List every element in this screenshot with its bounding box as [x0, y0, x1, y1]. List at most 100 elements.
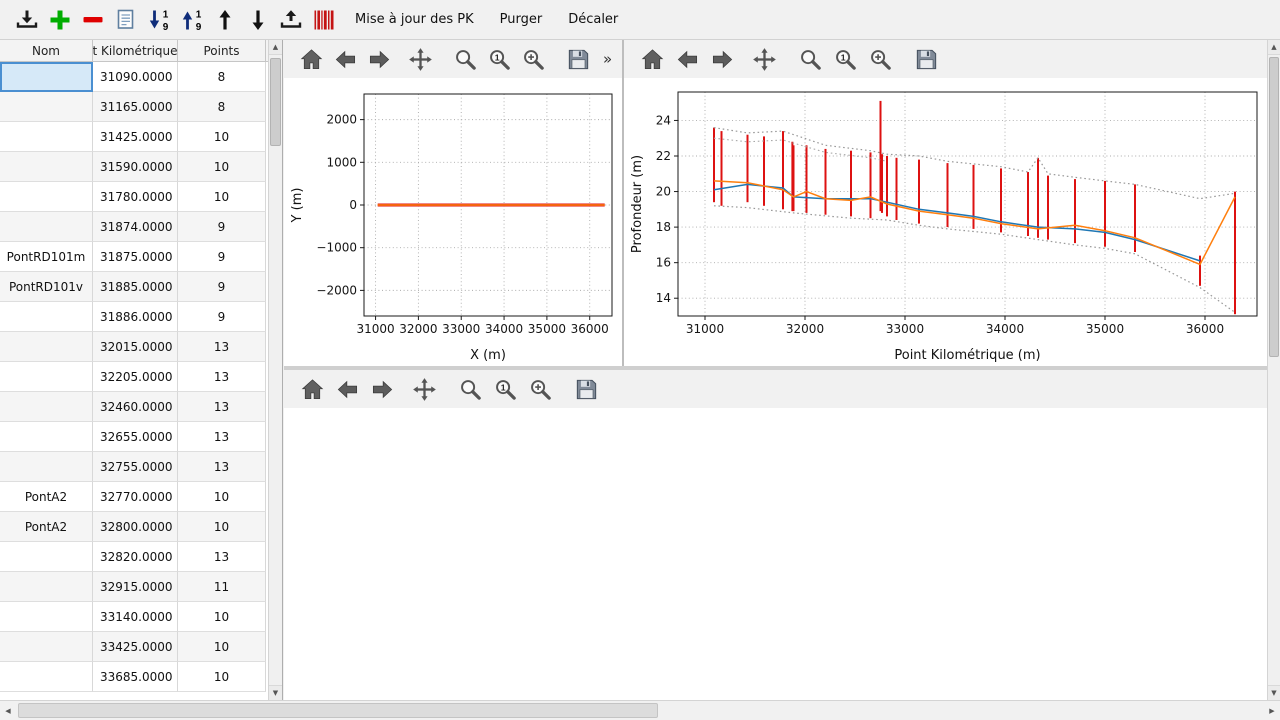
cell-nom[interactable]: PontA2 [0, 482, 93, 512]
main-scrollbar-thumb[interactable] [1269, 57, 1279, 357]
zoom-plus-button[interactable] [526, 375, 554, 403]
export-button[interactable] [274, 4, 307, 36]
table-row[interactable]: 33685.000010 [0, 662, 266, 692]
cell-nom[interactable] [0, 152, 93, 182]
main-vertical-scrollbar[interactable]: ▲ ▼ [1267, 40, 1280, 700]
toolbar-overflow-chevron[interactable]: » [599, 50, 616, 68]
cell-points[interactable]: 13 [178, 542, 266, 572]
cell-point-kilometrique[interactable]: 31886.0000 [93, 302, 178, 332]
cell-points[interactable]: 9 [178, 242, 266, 272]
zoom-plus-button[interactable] [520, 45, 547, 73]
cell-point-kilometrique[interactable]: 32755.0000 [93, 452, 178, 482]
cell-point-kilometrique[interactable]: 32655.0000 [93, 422, 178, 452]
scroll-down-arrow-icon[interactable]: ▼ [269, 685, 282, 700]
pan-button[interactable] [750, 45, 778, 73]
plan-chart[interactable]: 310003200033000340003500036000−2000−1000… [284, 78, 622, 366]
table-row[interactable]: 32655.000013 [0, 422, 266, 452]
cell-point-kilometrique[interactable]: 32820.0000 [93, 542, 178, 572]
cell-nom[interactable] [0, 212, 93, 242]
cell-point-kilometrique[interactable]: 32015.0000 [93, 332, 178, 362]
zoom-one-button[interactable]: 1 [831, 45, 859, 73]
cell-points[interactable]: 10 [178, 632, 266, 662]
plan-plot-canvas[interactable]: 310003200033000340003500036000−2000−1000… [284, 78, 622, 366]
scroll-right-arrow-icon[interactable]: ▶ [1264, 701, 1280, 720]
cell-points[interactable]: 9 [178, 212, 266, 242]
table-row[interactable]: 31886.00009 [0, 302, 266, 332]
cell-point-kilometrique[interactable]: 32460.0000 [93, 392, 178, 422]
purge-button[interactable]: Purger [489, 5, 554, 35]
zoom-plus-button[interactable] [866, 45, 894, 73]
scroll-up-arrow-icon[interactable]: ▲ [1268, 40, 1280, 55]
cell-nom[interactable]: PontRD101v [0, 272, 93, 302]
cell-point-kilometrique[interactable]: 31165.0000 [93, 92, 178, 122]
table-row[interactable]: 31780.000010 [0, 182, 266, 212]
cell-points[interactable]: 10 [178, 152, 266, 182]
table-row[interactable]: 32915.000011 [0, 572, 266, 602]
cell-point-kilometrique[interactable]: 31874.0000 [93, 212, 178, 242]
cell-points[interactable]: 13 [178, 452, 266, 482]
sort-descending-button[interactable]: 1 9 [142, 4, 175, 36]
cell-points[interactable]: 10 [178, 512, 266, 542]
column-header-points[interactable]: Points [178, 40, 266, 61]
cell-nom[interactable] [0, 392, 93, 422]
table-row[interactable]: 32460.000013 [0, 392, 266, 422]
cell-points[interactable]: 13 [178, 422, 266, 452]
home-button[interactable] [298, 375, 326, 403]
column-header-point-kilometrique[interactable]: t Kilométrique [93, 40, 178, 61]
move-up-button[interactable] [208, 4, 241, 36]
cell-point-kilometrique[interactable]: 32205.0000 [93, 362, 178, 392]
forward-button[interactable] [368, 375, 396, 403]
cell-nom[interactable] [0, 362, 93, 392]
cell-points[interactable]: 11 [178, 572, 266, 602]
forward-button[interactable] [708, 45, 736, 73]
back-button[interactable] [333, 375, 361, 403]
cell-point-kilometrique[interactable]: 33685.0000 [93, 662, 178, 692]
horizontal-scrollbar-thumb[interactable] [18, 703, 658, 718]
cell-point-kilometrique[interactable]: 31885.0000 [93, 272, 178, 302]
profiles-button[interactable] [307, 4, 340, 36]
remove-row-button[interactable] [76, 4, 109, 36]
table-row[interactable]: 31090.00008 [0, 62, 266, 92]
cell-points[interactable]: 13 [178, 362, 266, 392]
cell-points[interactable]: 9 [178, 272, 266, 302]
cell-points[interactable]: 9 [178, 302, 266, 332]
cell-points[interactable]: 8 [178, 62, 266, 92]
cell-nom[interactable] [0, 62, 93, 92]
cell-nom[interactable] [0, 662, 93, 692]
add-row-button[interactable] [43, 4, 76, 36]
cell-point-kilometrique[interactable]: 33140.0000 [93, 602, 178, 632]
cell-nom[interactable] [0, 572, 93, 602]
cell-points[interactable]: 10 [178, 662, 266, 692]
pan-button[interactable] [407, 45, 434, 73]
scroll-down-arrow-icon[interactable]: ▼ [1268, 685, 1280, 700]
table-row[interactable]: 31425.000010 [0, 122, 266, 152]
secondary-plot-canvas-empty[interactable] [284, 408, 1267, 700]
move-down-button[interactable] [241, 4, 274, 36]
cell-points[interactable]: 10 [178, 602, 266, 632]
home-button[interactable] [298, 45, 325, 73]
table-row[interactable]: 32015.000013 [0, 332, 266, 362]
import-button[interactable] [10, 4, 43, 36]
table-row[interactable]: PontRD101m31875.00009 [0, 242, 266, 272]
cell-point-kilometrique[interactable]: 31875.0000 [93, 242, 178, 272]
cell-point-kilometrique[interactable]: 32770.0000 [93, 482, 178, 512]
table-row[interactable]: 32755.000013 [0, 452, 266, 482]
save-button[interactable] [565, 45, 592, 73]
zoom-button[interactable] [456, 375, 484, 403]
table-scrollbar-thumb[interactable] [270, 58, 281, 146]
scroll-up-arrow-icon[interactable]: ▲ [269, 40, 282, 55]
sort-ascending-button[interactable]: 1 9 [175, 4, 208, 36]
cell-nom[interactable] [0, 122, 93, 152]
zoom-one-button[interactable]: 1 [491, 375, 519, 403]
forward-button[interactable] [366, 45, 393, 73]
profile-plot-canvas[interactable]: 3100032000330003400035000360001416182022… [624, 78, 1267, 366]
table-row[interactable]: 31590.000010 [0, 152, 266, 182]
cell-nom[interactable] [0, 332, 93, 362]
cell-point-kilometrique[interactable]: 31425.0000 [93, 122, 178, 152]
cell-nom[interactable]: PontA2 [0, 512, 93, 542]
cell-points[interactable]: 10 [178, 482, 266, 512]
table-row[interactable]: PontA232800.000010 [0, 512, 266, 542]
cell-nom[interactable] [0, 452, 93, 482]
cell-nom[interactable] [0, 602, 93, 632]
cell-points[interactable]: 13 [178, 392, 266, 422]
